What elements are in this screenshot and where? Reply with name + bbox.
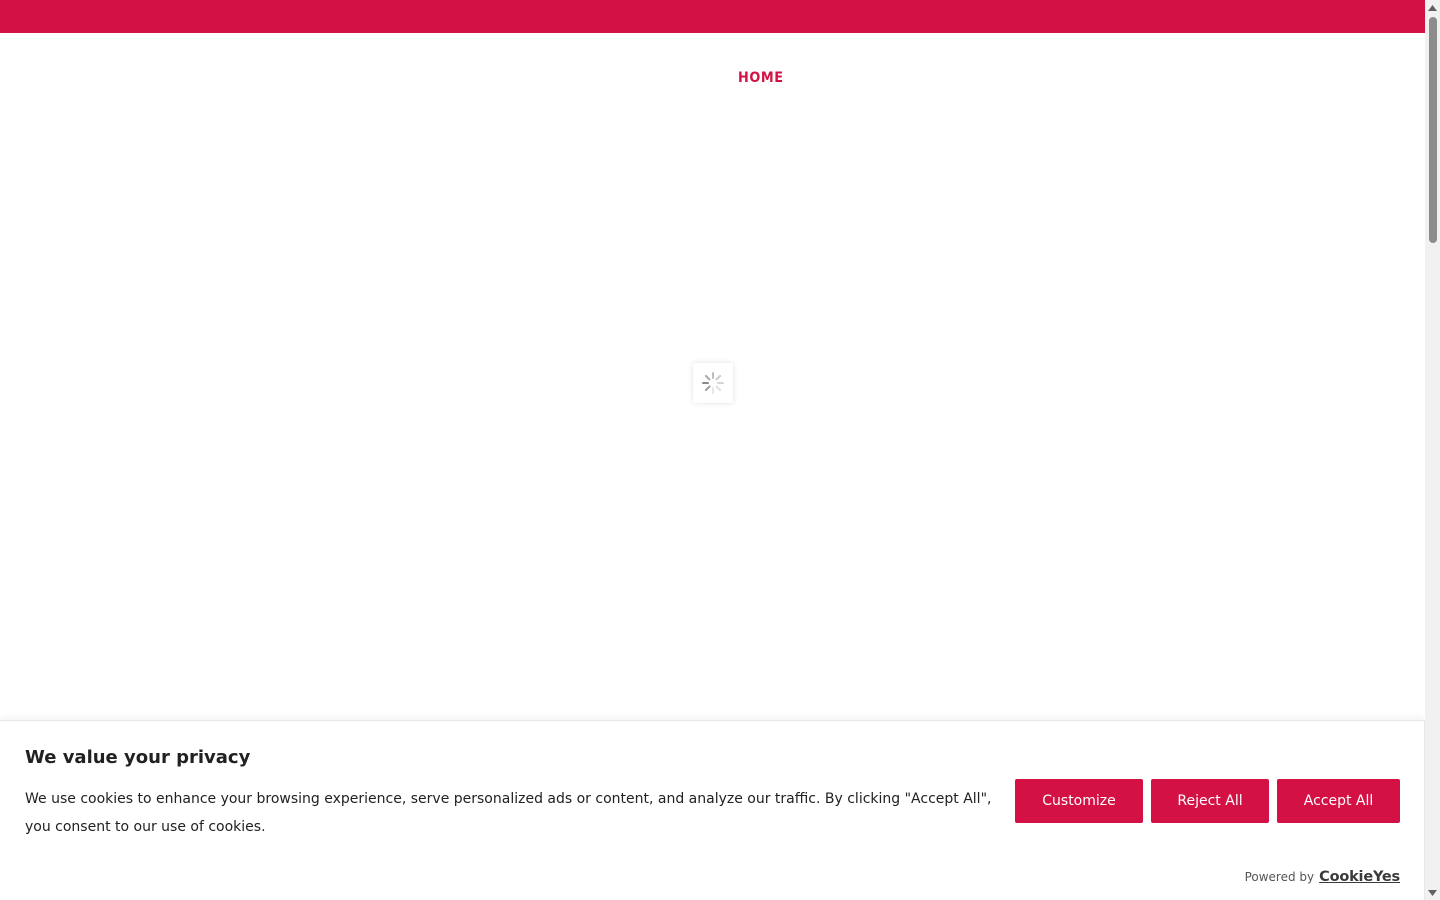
page: HOME We value your privacy We use cookie… xyxy=(0,0,1425,900)
cookie-consent-banner: We value your privacy We use cookies to … xyxy=(0,720,1425,900)
vertical-scrollbar[interactable] xyxy=(1425,0,1440,900)
scroll-up-arrow-icon[interactable] xyxy=(1425,0,1440,15)
powered-by: Powered by CookieYes xyxy=(1244,869,1401,885)
loading-spinner xyxy=(693,363,733,403)
cookieyes-logo[interactable]: CookieYes xyxy=(1319,869,1400,885)
top-bar xyxy=(0,0,1425,33)
scroll-down-arrow-icon[interactable] xyxy=(1425,885,1440,900)
scrollbar-thumb[interactable] xyxy=(1429,17,1437,243)
spinner-icon xyxy=(702,372,724,394)
customize-button[interactable]: Customize xyxy=(1015,779,1143,823)
accept-all-button[interactable]: Accept All xyxy=(1277,779,1400,823)
cookie-banner-description: We use cookies to enhance your browsing … xyxy=(25,791,992,835)
nav-item-home[interactable]: HOME xyxy=(738,70,784,86)
cookie-banner-title: We value your privacy xyxy=(25,747,251,768)
powered-by-label: Powered by xyxy=(1244,870,1315,884)
main-nav: HOME xyxy=(0,66,1425,94)
reject-all-button[interactable]: Reject All xyxy=(1151,779,1269,823)
